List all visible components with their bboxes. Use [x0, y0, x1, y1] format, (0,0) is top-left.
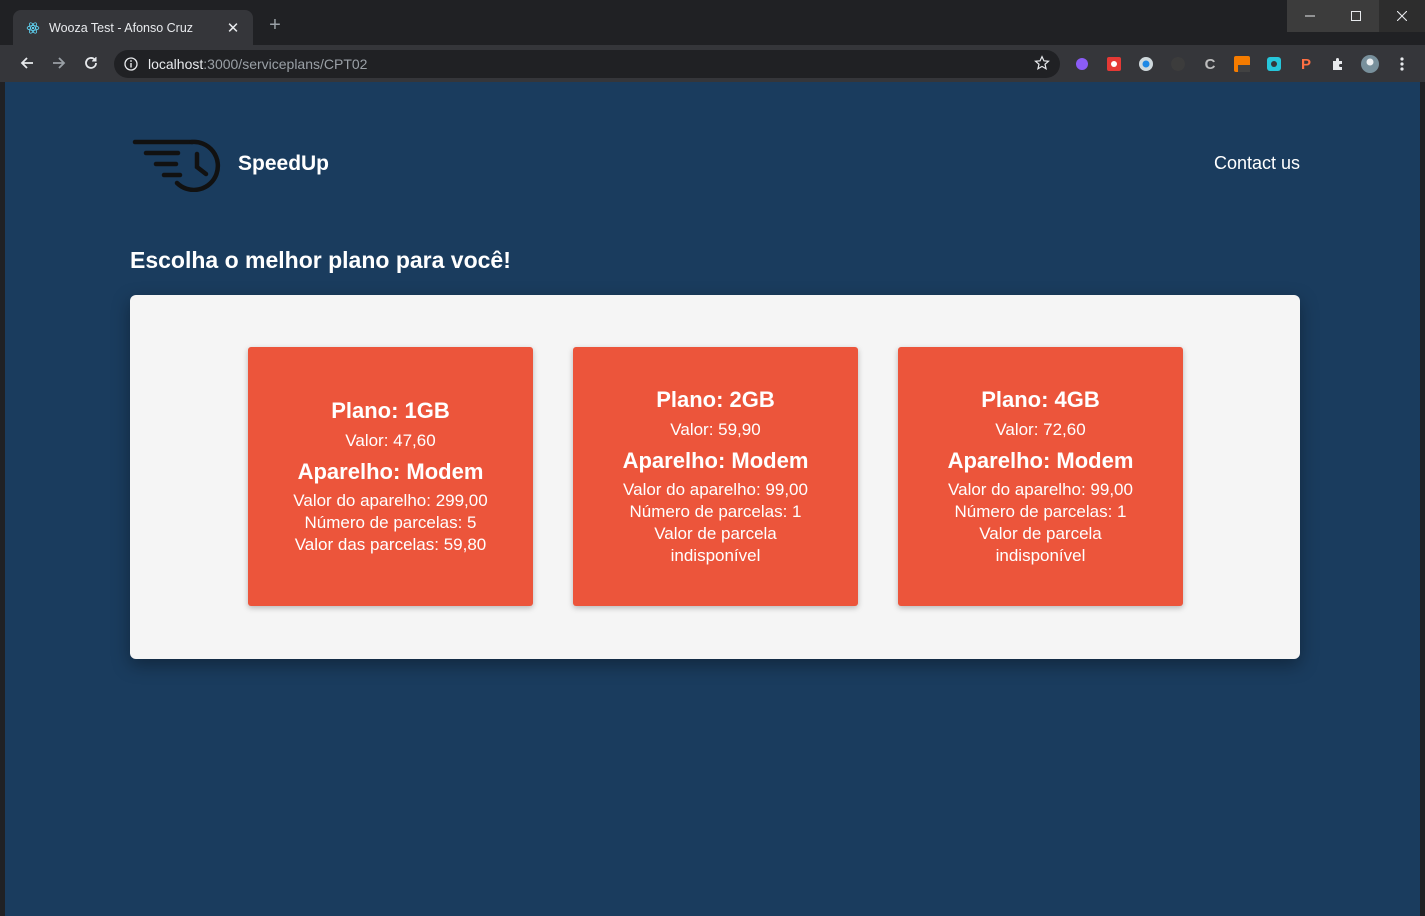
extension-circle-icon[interactable]: [1134, 52, 1158, 76]
brand-name: SpeedUp: [238, 152, 330, 175]
installment-value: Valor das parcelas: 59,80: [294, 535, 487, 554]
plan-title: Plano: 1GB: [331, 398, 450, 423]
plan-title: Plano: 4GB: [981, 387, 1100, 412]
forward-arrow-icon[interactable]: [46, 50, 72, 76]
plan-card[interactable]: Plano: 1GB Valor: 47,60 Aparelho: Modem …: [248, 347, 533, 606]
plan-price: Valor: 59,90: [670, 420, 761, 439]
page-title: Escolha o melhor plano para você!: [130, 247, 511, 273]
installment-value-note: indisponível: [995, 546, 1086, 565]
plan-price: Valor: 72,60: [995, 420, 1086, 439]
close-window-button[interactable]: [1379, 0, 1425, 32]
site-info-icon[interactable]: [124, 57, 138, 71]
device-price: Valor do aparelho: 299,00: [293, 491, 488, 510]
plan-details: Valor do aparelho: 99,00 Número de parce…: [948, 479, 1133, 567]
url-host: localhost: [148, 56, 204, 72]
reload-icon[interactable]: [78, 50, 104, 76]
installment-count: Número de parcelas: 1: [954, 502, 1127, 521]
page-viewport: SpeedUp Contact us Escolha o melhor plan…: [5, 82, 1420, 916]
extension-github-icon[interactable]: [1166, 52, 1190, 76]
tab-title: Wooza Test - Afonso Cruz: [49, 20, 194, 35]
device-price: Valor do aparelho: 99,00: [623, 480, 808, 499]
extension-p-icon[interactable]: P: [1294, 52, 1318, 76]
bookmark-star-icon[interactable]: [1034, 55, 1050, 76]
device-title: Aparelho: Modem: [297, 459, 484, 484]
plan-card[interactable]: Plano: 4GB Valor: 72,60 Aparelho: Modem …: [898, 347, 1183, 606]
installment-count: Número de parcelas: 5: [304, 513, 477, 532]
tab-close-icon[interactable]: ✕: [225, 19, 241, 37]
extensions-puzzle-icon[interactable]: [1326, 52, 1350, 76]
profile-avatar[interactable]: [1358, 52, 1382, 76]
extension-off-icon[interactable]: [1230, 52, 1254, 76]
window-controls: [1287, 0, 1425, 32]
installment-count: Número de parcelas: 1: [629, 502, 802, 521]
browser-titlebar: Wooza Test - Afonso Cruz ✕ +: [0, 0, 1425, 45]
extension-cyan-icon[interactable]: [1262, 52, 1286, 76]
plan-price: Valor: 47,60: [345, 431, 436, 450]
extension-c-icon[interactable]: C: [1198, 52, 1222, 76]
installment-value-note: indisponível: [670, 546, 761, 565]
plan-title: Plano: 2GB: [656, 387, 775, 412]
browser-tab[interactable]: Wooza Test - Afonso Cruz ✕: [13, 10, 253, 45]
plan-details: Valor do aparelho: 99,00 Número de parce…: [623, 479, 808, 567]
contact-us-link[interactable]: Contact us: [1214, 153, 1300, 174]
extension-red-icon[interactable]: [1102, 52, 1126, 76]
back-arrow-icon[interactable]: [14, 50, 40, 76]
site-header: SpeedUp Contact us: [130, 132, 1300, 192]
speed-clock-icon: [130, 136, 225, 192]
device-price: Valor do aparelho: 99,00: [948, 480, 1133, 499]
plans-panel: Plano: 1GB Valor: 47,60 Aparelho: Modem …: [130, 295, 1300, 659]
device-title: Aparelho: Modem: [622, 448, 809, 473]
browser-toolbar: localhost:3000/serviceplans/CPT02 C P: [0, 45, 1425, 82]
new-tab-button[interactable]: +: [264, 14, 286, 36]
url-path: :3000/serviceplans/CPT02: [203, 56, 368, 72]
plan-card[interactable]: Plano: 2GB Valor: 59,90 Aparelho: Modem …: [573, 347, 858, 606]
extension-gradient-icon[interactable]: [1070, 52, 1094, 76]
device-title: Aparelho: Modem: [947, 448, 1134, 473]
browser-menu-icon[interactable]: [1390, 52, 1414, 76]
site-logo[interactable]: SpeedUp: [130, 136, 329, 192]
extensions-row: C P: [1070, 52, 1414, 76]
plan-details: Valor do aparelho: 299,00 Número de parc…: [293, 490, 487, 556]
minimize-button[interactable]: [1287, 0, 1333, 32]
maximize-button[interactable]: [1333, 0, 1379, 32]
address-bar[interactable]: localhost:3000/serviceplans/CPT02: [114, 50, 1060, 78]
installment-value: Valor de parcela: [654, 524, 777, 543]
react-atom-icon: [25, 20, 41, 36]
installment-value: Valor de parcela: [979, 524, 1102, 543]
